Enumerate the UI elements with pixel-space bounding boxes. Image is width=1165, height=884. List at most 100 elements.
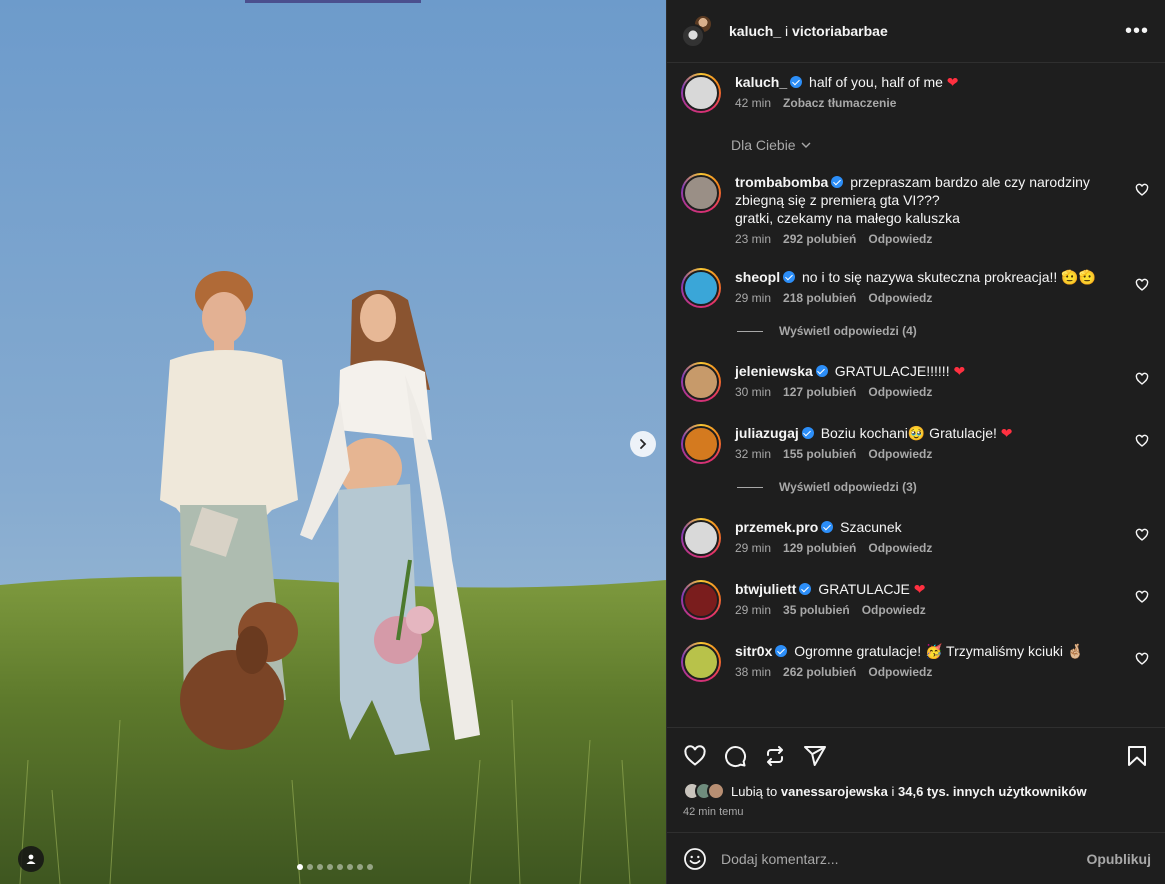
likes-prefix: Lubią to xyxy=(731,783,778,799)
comment-item: trombabomba przepraszam bardzo ale czy n… xyxy=(681,173,1149,246)
comment-username[interactable]: trombabomba xyxy=(735,174,828,190)
emoji-smile-icon[interactable] xyxy=(683,847,707,871)
post-photo[interactable] xyxy=(0,0,666,884)
comment-time[interactable]: 32 min xyxy=(735,447,771,461)
reply-button[interactable]: Odpowiedz xyxy=(868,385,932,399)
save-bookmark-icon[interactable] xyxy=(1125,744,1149,768)
verified-badge-icon xyxy=(790,76,803,88)
comment-items: trombabomba przepraszam bardzo ale czy n… xyxy=(681,173,1149,682)
filter-label: Dla Ciebie xyxy=(731,137,796,153)
carousel-dot[interactable] xyxy=(347,864,353,870)
avatar[interactable] xyxy=(681,580,721,620)
author-name[interactable]: victoriabarbae xyxy=(792,23,888,39)
next-image-button[interactable] xyxy=(630,431,656,457)
carousel-dots xyxy=(297,864,373,870)
avatar[interactable] xyxy=(681,518,721,558)
comment-time[interactable]: 38 min xyxy=(735,665,771,679)
reply-button[interactable]: Odpowiedz xyxy=(868,232,932,246)
comment-like-heart-icon[interactable] xyxy=(1135,652,1149,666)
posted-time[interactable]: 42 min temu xyxy=(683,806,1149,818)
carousel-dot[interactable] xyxy=(357,864,363,870)
repost-icon[interactable] xyxy=(763,744,787,768)
caption-username[interactable]: kaluch_ xyxy=(735,74,787,90)
publish-button[interactable]: Opublikuj xyxy=(1086,851,1151,867)
view-replies-button[interactable]: Wyświetl odpowiedzi (3) xyxy=(737,480,1149,494)
liker-username[interactable]: vanessarojewska xyxy=(781,784,888,799)
carousel-dot[interactable] xyxy=(337,864,343,870)
reply-button[interactable]: Odpowiedz xyxy=(862,603,926,617)
verified-badge-icon xyxy=(799,583,812,595)
comment-username[interactable]: jeleniewska xyxy=(735,363,813,379)
comment-likes[interactable]: 262 polubień xyxy=(783,665,856,679)
comment-time[interactable]: 30 min xyxy=(735,385,771,399)
post-header: kaluch_ i victoriabarbae ••• xyxy=(667,0,1165,63)
reply-button[interactable]: Odpowiedz xyxy=(868,291,932,305)
comment-likes[interactable]: 127 polubień xyxy=(783,385,856,399)
comment-text-line2: gratki, czekamy na małego kaluszka xyxy=(735,210,960,226)
top-scroll-indicator xyxy=(245,0,421,3)
carousel-dot[interactable] xyxy=(327,864,333,870)
comment-likes[interactable]: 292 polubień xyxy=(783,232,856,246)
share-send-icon[interactable] xyxy=(803,744,827,768)
carousel-dot[interactable] xyxy=(307,864,313,870)
comment-like-heart-icon[interactable] xyxy=(1135,590,1149,604)
comment-username[interactable]: przemek.pro xyxy=(735,519,818,535)
comment-time[interactable]: 23 min xyxy=(735,232,771,246)
comment-likes[interactable]: 129 polubień xyxy=(783,541,856,555)
comment-like-heart-icon[interactable] xyxy=(1135,434,1149,448)
comment-item: sitr0x Ogromne gratulacje! 🥳 Trzymaliśmy… xyxy=(681,642,1149,682)
avatar[interactable] xyxy=(681,424,721,464)
comments-list[interactable]: kaluch_ half of you, half of me ❤ 42 min… xyxy=(667,63,1165,727)
reply-button[interactable]: Odpowiedz xyxy=(868,541,932,555)
author-name[interactable]: kaluch_ xyxy=(729,23,781,39)
more-options-button[interactable]: ••• xyxy=(1125,20,1149,43)
author-avatars[interactable] xyxy=(681,14,715,48)
comment-likes[interactable]: 218 polubień xyxy=(783,291,856,305)
post-authors[interactable]: kaluch_ i victoriabarbae xyxy=(729,23,888,39)
avatar[interactable] xyxy=(681,642,721,682)
comment-like-heart-icon[interactable] xyxy=(1135,372,1149,386)
carousel-dot[interactable] xyxy=(367,864,373,870)
see-translation-link[interactable]: Zobacz tłumaczenie xyxy=(783,96,896,110)
like-heart-icon[interactable] xyxy=(683,744,707,768)
comment-username[interactable]: sheopl xyxy=(735,269,780,285)
heart-emoji: ❤ xyxy=(1000,425,1013,441)
comment-like-heart-icon[interactable] xyxy=(1135,528,1149,542)
likes-summary[interactable]: Lubią to vanessarojewska i 34,6 tys. inn… xyxy=(683,782,1149,800)
avatar[interactable] xyxy=(681,362,721,402)
comment-like-heart-icon[interactable] xyxy=(1135,183,1149,197)
comment-item: jeleniewska GRATULACJE!!!!!! ❤ 30 min 127 … xyxy=(681,362,1149,402)
avatar[interactable] xyxy=(681,73,721,113)
comment-input[interactable] xyxy=(721,850,1087,867)
reply-button[interactable]: Odpowiedz xyxy=(868,447,932,461)
comment-like-heart-icon[interactable] xyxy=(1135,278,1149,292)
view-replies-button[interactable]: Wyświetl odpowiedzi (4) xyxy=(737,324,1149,338)
photo-scene xyxy=(0,0,666,884)
comment-time[interactable]: 29 min xyxy=(735,603,771,617)
liker-avatars xyxy=(683,782,725,800)
comment-username[interactable]: btwjuliett xyxy=(735,581,796,597)
tagged-users-button[interactable] xyxy=(18,846,44,872)
chevron-down-icon xyxy=(801,142,811,148)
carousel-dot[interactable] xyxy=(317,864,323,870)
carousel-dot[interactable] xyxy=(297,864,303,870)
comment-text: Szacunek xyxy=(840,519,902,535)
view-replies-label: Wyświetl odpowiedzi (3) xyxy=(779,480,917,494)
avatar[interactable] xyxy=(681,173,721,213)
post-caption: kaluch_ half of you, half of me ❤ 42 min… xyxy=(681,73,1149,113)
comment-time[interactable]: 29 min xyxy=(735,541,771,555)
comment-icon[interactable] xyxy=(723,744,747,768)
comment-username[interactable]: sitr0x xyxy=(735,643,772,659)
comment-item: przemek.pro Szacunek 29 min 129 polubień Od… xyxy=(681,518,1149,558)
avatar[interactable] xyxy=(681,268,721,308)
caption-time[interactable]: 42 min xyxy=(735,96,771,110)
comment-filter-dropdown[interactable]: Dla Ciebie xyxy=(731,137,1149,153)
comment-likes[interactable]: 35 polubień xyxy=(783,603,850,617)
comment-likes[interactable]: 155 polubień xyxy=(783,447,856,461)
likes-others[interactable]: 34,6 tys. innych użytkowników xyxy=(898,784,1087,799)
comment-username[interactable]: juliazugaj xyxy=(735,425,799,441)
heart-emoji: ❤ xyxy=(946,74,959,90)
reply-button[interactable]: Odpowiedz xyxy=(868,665,932,679)
comments-panel: kaluch_ i victoriabarbae ••• kaluch_ hal… xyxy=(666,0,1165,884)
comment-time[interactable]: 29 min xyxy=(735,291,771,305)
